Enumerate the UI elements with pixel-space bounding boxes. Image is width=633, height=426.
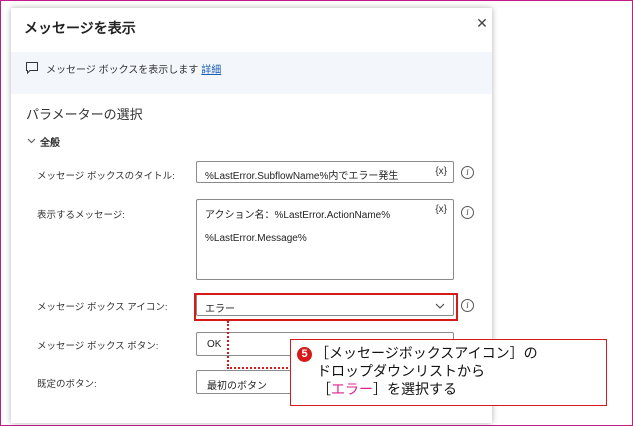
default-button-value: 最初のボタン: [207, 381, 267, 392]
group-label-general[interactable]: 全般: [40, 134, 60, 149]
message-line-1: アクション名：%LastError.ActionName%: [205, 210, 391, 221]
callout-line-1: 5 ［メッセージボックスアイコン］の: [297, 344, 538, 362]
dropdown-highlight-box: [194, 293, 458, 321]
variable-button[interactable]: {x}: [435, 204, 447, 215]
variable-button[interactable]: {x}: [435, 166, 447, 177]
callout-box: 5 ［メッセージボックスアイコン］の ドロップダウンリストから ［エラー］を選択す…: [290, 339, 607, 406]
buttons-label: メッセージ ボックス ボタン:: [37, 341, 159, 352]
buttons-dropdown-value: OK: [207, 339, 222, 350]
message-textarea[interactable]: アクション名：%LastError.ActionName% %LastError…: [196, 199, 454, 280]
icon-label: メッセージ ボックス アイコン:: [37, 302, 168, 313]
close-icon[interactable]: ✕: [474, 14, 490, 32]
callout-connector: [227, 321, 292, 369]
description-text: メッセージ ボックスを表示します: [46, 65, 199, 76]
title-label: メッセージ ボックスのタイトル:: [37, 171, 175, 182]
callout-line-3: ［エラー］を選択する: [317, 380, 457, 398]
info-icon[interactable]: i: [461, 299, 474, 312]
info-icon[interactable]: i: [461, 166, 474, 179]
chevron-down-icon[interactable]: [27, 138, 36, 144]
callout-text-3: ］を選択する: [373, 381, 457, 397]
callout-line-2: ドロップダウンリストから: [317, 363, 485, 379]
description: メッセージ ボックスを表示します 詳細: [46, 61, 221, 76]
title-input[interactable]: %LastError.SubflowName%内でエラー発生 {x}: [196, 161, 454, 183]
callout-accent: エラー: [331, 381, 373, 397]
title-value: %LastError.SubflowName%内でエラー発生: [205, 171, 399, 182]
message-line-2: %LastError.Message%: [205, 233, 307, 244]
callout-bracket-open: ［: [317, 381, 331, 397]
dialog-title: メッセージを表示: [24, 20, 136, 36]
details-link[interactable]: 詳細: [201, 65, 221, 76]
step-number-badge: 5: [297, 347, 312, 362]
default-button-label: 既定のボタン:: [37, 379, 97, 390]
message-label: 表示するメッセージ:: [37, 210, 125, 221]
callout-text-1: ［メッセージボックスアイコン］の: [315, 345, 538, 361]
info-icon[interactable]: i: [461, 206, 474, 219]
message-icon: [26, 62, 38, 75]
section-title: パラメーターの選択: [26, 107, 143, 122]
